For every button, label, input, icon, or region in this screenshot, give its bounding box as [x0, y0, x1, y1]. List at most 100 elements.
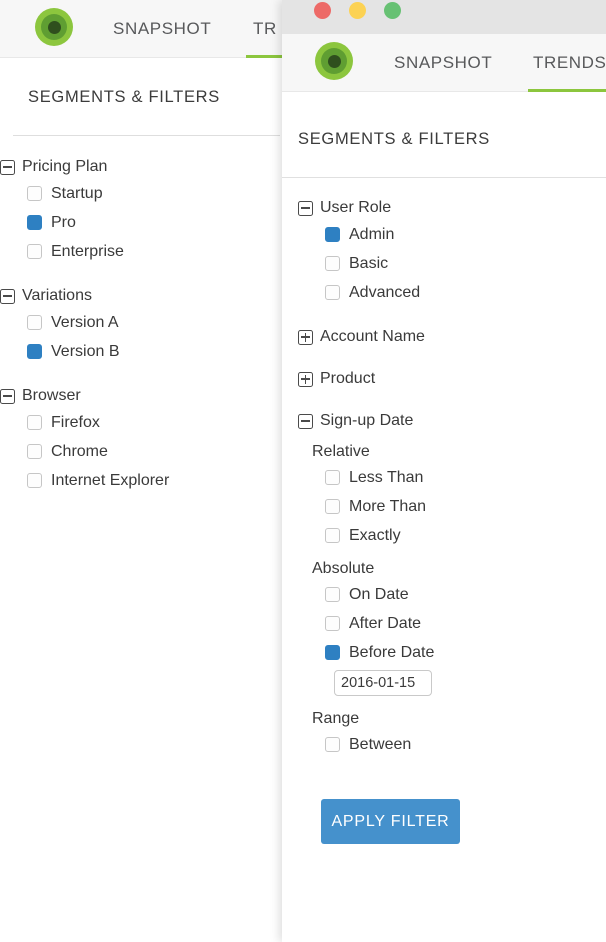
background-filter-option-pro[interactable]: Pro — [0, 208, 282, 237]
minus-box-icon[interactable] — [0, 288, 15, 304]
tab-trends[interactable]: TRENDS — [533, 34, 606, 92]
background-filter-list: Pricing Plan Startup Pro Enterprise Variatio… — [0, 155, 282, 513]
minimize-window-button[interactable] — [349, 2, 366, 19]
background-filter-option-version-b[interactable]: Version B — [0, 337, 282, 366]
background-window: SNAPSHOT TR SEGMENTS & FILTERS Pricing P… — [0, 0, 296, 942]
group-label: Sign-up Date — [320, 412, 414, 429]
subsection-heading-range: Range — [312, 710, 360, 727]
checkbox-chrome[interactable] — [27, 444, 42, 459]
option-label: Version B — [51, 342, 120, 360]
apply-filter-button[interactable]: APPLY FILTER — [321, 799, 460, 844]
plus-box-icon[interactable] — [298, 329, 313, 345]
filter-option-advanced[interactable]: Advanced — [298, 278, 606, 307]
background-filter-option-internet-explorer[interactable]: Internet Explorer — [0, 466, 282, 495]
checkbox-internet-explorer[interactable] — [27, 473, 42, 488]
checkbox-less-than[interactable] — [325, 470, 340, 485]
subsection-heading-absolute: Absolute — [312, 560, 375, 577]
filter-option-before-date[interactable]: Before Date — [298, 638, 606, 667]
option-label: Before Date — [349, 643, 435, 661]
checkbox-basic[interactable] — [325, 256, 340, 271]
filter-option-admin[interactable]: Admin — [298, 220, 606, 249]
window-titlebar[interactable] — [282, 0, 606, 34]
option-label: On Date — [349, 585, 409, 603]
target-circles-logo-icon — [315, 42, 353, 80]
checkbox-admin[interactable] — [325, 227, 340, 242]
background-tab-trends[interactable]: TR — [253, 0, 277, 58]
background-filter-group-pricing-plan: Pricing Plan Startup Pro Enterprise — [0, 155, 282, 266]
group-label: Account Name — [320, 328, 425, 345]
option-label: Basic — [349, 254, 389, 272]
background-filter-option-enterprise[interactable]: Enterprise — [0, 237, 282, 266]
background-filter-group-header-browser[interactable]: Browser — [0, 384, 282, 408]
active-tab-indicator — [528, 89, 606, 92]
filter-group-header-account-name[interactable]: Account Name — [298, 325, 606, 349]
filter-option-on-date[interactable]: On Date — [298, 580, 606, 609]
foreground-navbar: SNAPSHOT TRENDS — [282, 34, 606, 92]
checkbox-exactly[interactable] — [325, 528, 340, 543]
background-filter-option-startup[interactable]: Startup — [0, 179, 282, 208]
background-panel-divider-horizontal — [13, 135, 280, 136]
close-window-button[interactable] — [314, 2, 331, 19]
option-label: Version A — [51, 313, 119, 331]
foreground-window: SNAPSHOT TRENDS SEGMENTS & FILTERS User … — [282, 0, 606, 942]
maximize-window-button[interactable] — [384, 2, 401, 19]
option-label: Firefox — [51, 413, 100, 431]
checkbox-between[interactable] — [325, 737, 340, 752]
checkbox-before-date[interactable] — [325, 645, 340, 660]
checkbox-after-date[interactable] — [325, 616, 340, 631]
checkbox-more-than[interactable] — [325, 499, 340, 514]
filter-option-between[interactable]: Between — [298, 730, 606, 759]
option-label: Chrome — [51, 442, 108, 460]
checkbox-version-b[interactable] — [27, 344, 42, 359]
filter-option-exactly[interactable]: Exactly — [298, 521, 606, 550]
checkbox-advanced[interactable] — [325, 285, 340, 300]
option-label: Less Than — [349, 468, 424, 486]
option-label: Enterprise — [51, 242, 124, 260]
filter-option-less-than[interactable]: Less Than — [298, 463, 606, 492]
option-label: After Date — [349, 614, 422, 632]
filter-option-more-than[interactable]: More Than — [298, 492, 606, 521]
filter-option-after-date[interactable]: After Date — [298, 609, 606, 638]
filter-option-basic[interactable]: Basic — [298, 249, 606, 278]
checkbox-firefox[interactable] — [27, 415, 42, 430]
minus-box-icon[interactable] — [0, 159, 15, 175]
group-label: Pricing Plan — [22, 158, 108, 175]
tab-snapshot[interactable]: SNAPSHOT — [394, 34, 492, 92]
background-filter-group-browser: Browser Firefox Chrome Internet Explorer — [0, 384, 282, 495]
option-label: Exactly — [349, 526, 401, 544]
minus-box-icon[interactable] — [298, 200, 313, 216]
group-label: Variations — [22, 287, 92, 304]
checkbox-version-a[interactable] — [27, 315, 42, 330]
option-label: Pro — [51, 213, 76, 231]
filter-group-header-user-role[interactable]: User Role — [298, 196, 606, 220]
checkbox-pro[interactable] — [27, 215, 42, 230]
filter-group-header-sign-up-date[interactable]: Sign-up Date — [298, 409, 606, 433]
filter-list: User Role Admin Basic Advanced Account Name P… — [298, 196, 606, 844]
minus-box-icon[interactable] — [0, 388, 15, 404]
plus-box-icon[interactable] — [298, 371, 313, 387]
option-label: More Than — [349, 497, 427, 515]
group-label: Product — [320, 370, 376, 387]
option-label: Advanced — [349, 283, 421, 301]
group-label: Browser — [22, 387, 81, 404]
background-filter-option-version-a[interactable]: Version A — [0, 308, 282, 337]
checkbox-on-date[interactable] — [325, 587, 340, 602]
filter-group-account-name: Account Name — [298, 325, 606, 349]
background-filter-option-firefox[interactable]: Firefox — [0, 408, 282, 437]
panel-title: SEGMENTS & FILTERS — [298, 130, 490, 148]
checkbox-startup[interactable] — [27, 186, 42, 201]
background-tab-snapshot[interactable]: SNAPSHOT — [113, 0, 211, 58]
minus-box-icon[interactable] — [298, 413, 313, 429]
subsection-heading-relative: Relative — [312, 443, 370, 460]
background-navbar: SNAPSHOT TR — [0, 0, 296, 58]
background-filter-option-chrome[interactable]: Chrome — [0, 437, 282, 466]
option-label: Between — [349, 735, 412, 753]
group-label: User Role — [320, 199, 392, 216]
background-filter-group-variations: Variations Version A Version B — [0, 284, 282, 366]
background-filter-group-header-pricing-plan[interactable]: Pricing Plan — [0, 155, 282, 179]
panel-divider-horizontal — [282, 177, 606, 178]
checkbox-enterprise[interactable] — [27, 244, 42, 259]
date-input-before-date[interactable] — [334, 670, 432, 696]
filter-group-header-product[interactable]: Product — [298, 367, 606, 391]
background-filter-group-header-variations[interactable]: Variations — [0, 284, 282, 308]
